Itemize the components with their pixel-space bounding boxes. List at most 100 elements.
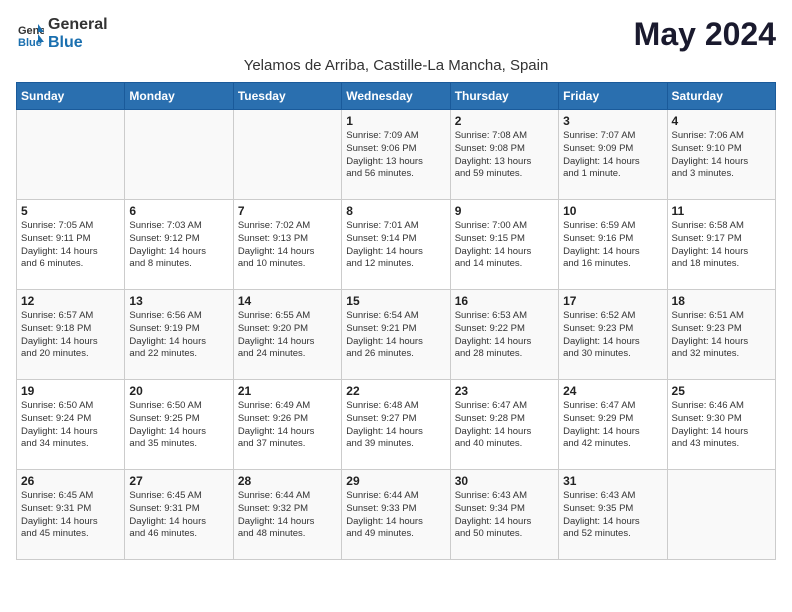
calendar-cell: 26Sunrise: 6:45 AMSunset: 9:31 PMDayligh… <box>17 470 125 560</box>
week-row-5: 26Sunrise: 6:45 AMSunset: 9:31 PMDayligh… <box>17 470 776 560</box>
calendar-table: SundayMondayTuesdayWednesdayThursdayFrid… <box>16 82 776 560</box>
days-header-row: SundayMondayTuesdayWednesdayThursdayFrid… <box>17 83 776 110</box>
cell-text-line: and 18 minutes. <box>672 258 771 271</box>
cell-text-line: Daylight: 14 hours <box>346 246 445 259</box>
calendar-cell: 10Sunrise: 6:59 AMSunset: 9:16 PMDayligh… <box>559 200 667 290</box>
cell-text-line: Sunrise: 7:06 AM <box>672 130 771 143</box>
calendar-cell: 23Sunrise: 6:47 AMSunset: 9:28 PMDayligh… <box>450 380 558 470</box>
day-number: 26 <box>21 474 120 488</box>
cell-text-line: Sunrise: 6:50 AM <box>129 400 228 413</box>
cell-text-line: Sunrise: 6:46 AM <box>672 400 771 413</box>
day-number: 15 <box>346 294 445 308</box>
day-number: 25 <box>672 384 771 398</box>
cell-text-line: Sunrise: 6:47 AM <box>563 400 662 413</box>
cell-text-line: Daylight: 14 hours <box>563 246 662 259</box>
day-number: 31 <box>563 474 662 488</box>
calendar-cell: 16Sunrise: 6:53 AMSunset: 9:22 PMDayligh… <box>450 290 558 380</box>
calendar-cell: 11Sunrise: 6:58 AMSunset: 9:17 PMDayligh… <box>667 200 775 290</box>
cell-text-line: and 32 minutes. <box>672 348 771 361</box>
calendar-cell: 13Sunrise: 6:56 AMSunset: 9:19 PMDayligh… <box>125 290 233 380</box>
day-number: 11 <box>672 204 771 218</box>
cell-text-line: Sunset: 9:29 PM <box>563 413 662 426</box>
cell-text-line: Daylight: 14 hours <box>563 156 662 169</box>
cell-text-line: Sunset: 9:14 PM <box>346 233 445 246</box>
cell-text-line: Daylight: 14 hours <box>346 336 445 349</box>
day-number: 3 <box>563 114 662 128</box>
cell-text-line: Daylight: 14 hours <box>21 336 120 349</box>
cell-text-line: Sunrise: 7:09 AM <box>346 130 445 143</box>
calendar-cell: 17Sunrise: 6:52 AMSunset: 9:23 PMDayligh… <box>559 290 667 380</box>
day-number: 28 <box>238 474 337 488</box>
day-number: 7 <box>238 204 337 218</box>
cell-text-line: and 49 minutes. <box>346 528 445 541</box>
cell-text-line: Sunrise: 7:03 AM <box>129 220 228 233</box>
day-number: 23 <box>455 384 554 398</box>
calendar-cell: 9Sunrise: 7:00 AMSunset: 9:15 PMDaylight… <box>450 200 558 290</box>
calendar-cell: 20Sunrise: 6:50 AMSunset: 9:25 PMDayligh… <box>125 380 233 470</box>
cell-text-line: and 46 minutes. <box>129 528 228 541</box>
cell-text-line: Daylight: 14 hours <box>238 336 337 349</box>
day-number: 5 <box>21 204 120 218</box>
cell-text-line: Daylight: 14 hours <box>672 426 771 439</box>
cell-text-line: Daylight: 14 hours <box>672 246 771 259</box>
cell-text-line: Sunset: 9:20 PM <box>238 323 337 336</box>
calendar-cell: 14Sunrise: 6:55 AMSunset: 9:20 PMDayligh… <box>233 290 341 380</box>
cell-text-line: and 56 minutes. <box>346 168 445 181</box>
cell-text-line: and 59 minutes. <box>455 168 554 181</box>
cell-text-line: Sunrise: 7:05 AM <box>21 220 120 233</box>
month-title: May 2024 <box>634 16 776 53</box>
cell-text-line: Sunrise: 6:50 AM <box>21 400 120 413</box>
cell-text-line: Sunset: 9:31 PM <box>21 503 120 516</box>
calendar-cell: 27Sunrise: 6:45 AMSunset: 9:31 PMDayligh… <box>125 470 233 560</box>
cell-text-line: Sunrise: 6:43 AM <box>563 490 662 503</box>
day-number: 6 <box>129 204 228 218</box>
cell-text-line: Daylight: 14 hours <box>346 516 445 529</box>
cell-text-line: Sunrise: 7:08 AM <box>455 130 554 143</box>
day-header-tuesday: Tuesday <box>233 83 341 110</box>
calendar-cell <box>233 110 341 200</box>
cell-text-line: Sunrise: 6:58 AM <box>672 220 771 233</box>
day-number: 22 <box>346 384 445 398</box>
calendar-cell <box>125 110 233 200</box>
cell-text-line: Sunrise: 6:49 AM <box>238 400 337 413</box>
cell-text-line: and 37 minutes. <box>238 438 337 451</box>
cell-text-line: Sunrise: 6:47 AM <box>455 400 554 413</box>
cell-text-line: Sunset: 9:06 PM <box>346 143 445 156</box>
calendar-cell: 24Sunrise: 6:47 AMSunset: 9:29 PMDayligh… <box>559 380 667 470</box>
cell-text-line: Sunrise: 6:45 AM <box>129 490 228 503</box>
page-header: General Blue General Blue May 2024 <box>16 16 776 53</box>
calendar-cell: 28Sunrise: 6:44 AMSunset: 9:32 PMDayligh… <box>233 470 341 560</box>
calendar-cell: 22Sunrise: 6:48 AMSunset: 9:27 PMDayligh… <box>342 380 450 470</box>
cell-text-line: Sunrise: 6:57 AM <box>21 310 120 323</box>
day-number: 27 <box>129 474 228 488</box>
cell-text-line: and 42 minutes. <box>563 438 662 451</box>
cell-text-line: Sunrise: 6:43 AM <box>455 490 554 503</box>
calendar-cell <box>17 110 125 200</box>
calendar-cell: 29Sunrise: 6:44 AMSunset: 9:33 PMDayligh… <box>342 470 450 560</box>
day-header-friday: Friday <box>559 83 667 110</box>
cell-text-line: Sunset: 9:12 PM <box>129 233 228 246</box>
cell-text-line: and 22 minutes. <box>129 348 228 361</box>
cell-text-line: and 10 minutes. <box>238 258 337 271</box>
cell-text-line: and 8 minutes. <box>129 258 228 271</box>
cell-text-line: Sunrise: 6:51 AM <box>672 310 771 323</box>
cell-text-line: and 45 minutes. <box>21 528 120 541</box>
calendar-cell: 19Sunrise: 6:50 AMSunset: 9:24 PMDayligh… <box>17 380 125 470</box>
calendar-cell: 25Sunrise: 6:46 AMSunset: 9:30 PMDayligh… <box>667 380 775 470</box>
day-header-saturday: Saturday <box>667 83 775 110</box>
cell-text-line: Sunset: 9:21 PM <box>346 323 445 336</box>
cell-text-line: Daylight: 14 hours <box>238 516 337 529</box>
calendar-cell: 1Sunrise: 7:09 AMSunset: 9:06 PMDaylight… <box>342 110 450 200</box>
cell-text-line: Daylight: 14 hours <box>238 246 337 259</box>
cell-text-line: Daylight: 14 hours <box>129 426 228 439</box>
cell-text-line: Sunrise: 7:07 AM <box>563 130 662 143</box>
cell-text-line: Daylight: 14 hours <box>455 426 554 439</box>
cell-text-line: Sunrise: 6:45 AM <box>21 490 120 503</box>
day-number: 29 <box>346 474 445 488</box>
cell-text-line: Sunrise: 6:54 AM <box>346 310 445 323</box>
cell-text-line: Daylight: 14 hours <box>563 516 662 529</box>
cell-text-line: and 12 minutes. <box>346 258 445 271</box>
day-header-monday: Monday <box>125 83 233 110</box>
calendar-cell <box>667 470 775 560</box>
cell-text-line: Sunset: 9:25 PM <box>129 413 228 426</box>
